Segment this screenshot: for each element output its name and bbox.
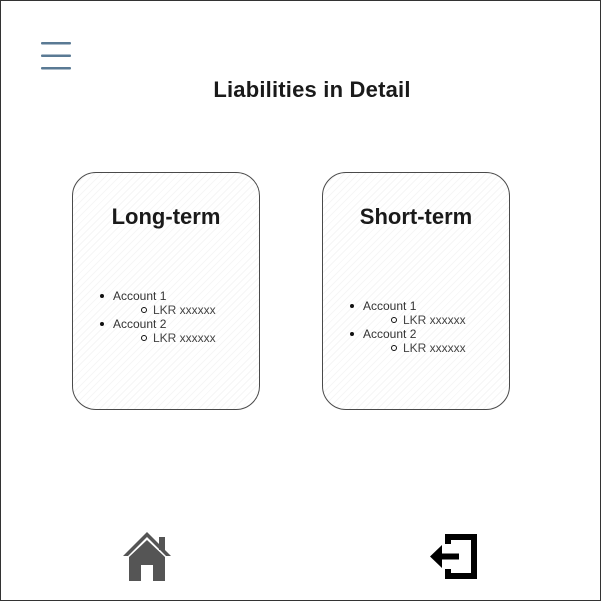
account-name: Account 1: [113, 289, 167, 303]
card-title: Short-term: [359, 204, 473, 229]
logout-icon[interactable]: [429, 531, 481, 583]
account-list: Account 1 LKR xxxxxx Account 2 LKR xxxxx…: [113, 289, 216, 345]
list-item[interactable]: Account 2 LKR xxxxxx: [113, 317, 216, 345]
long-term-card[interactable]: Long-term Account 1 LKR xxxxxx Account 2…: [72, 172, 260, 410]
app-frame: Liabilities in Detail Long-term Account …: [0, 0, 601, 601]
account-amount: LKR xxxxxx: [141, 331, 216, 345]
card-title: Long-term: [111, 204, 221, 229]
account-list: Account 1 LKR xxxxxx Account 2 LKR xxxxx…: [363, 299, 466, 355]
page-title: Liabilities in Detail: [213, 77, 411, 102]
home-icon[interactable]: [121, 531, 173, 583]
short-term-card[interactable]: Short-term Account 1 LKR xxxxxx Account …: [322, 172, 510, 410]
hamburger-menu-icon[interactable]: [41, 41, 71, 71]
account-amount: LKR xxxxxx: [141, 303, 216, 317]
list-item[interactable]: Account 2 LKR xxxxxx: [363, 327, 466, 355]
account-name: Account 1: [363, 299, 417, 313]
list-item[interactable]: Account 1 LKR xxxxxx: [113, 289, 216, 317]
account-name: Account 2: [113, 317, 167, 331]
account-amount: LKR xxxxxx: [391, 341, 466, 355]
list-item[interactable]: Account 1 LKR xxxxxx: [363, 299, 466, 327]
account-name: Account 2: [363, 327, 417, 341]
account-amount: LKR xxxxxx: [391, 313, 466, 327]
